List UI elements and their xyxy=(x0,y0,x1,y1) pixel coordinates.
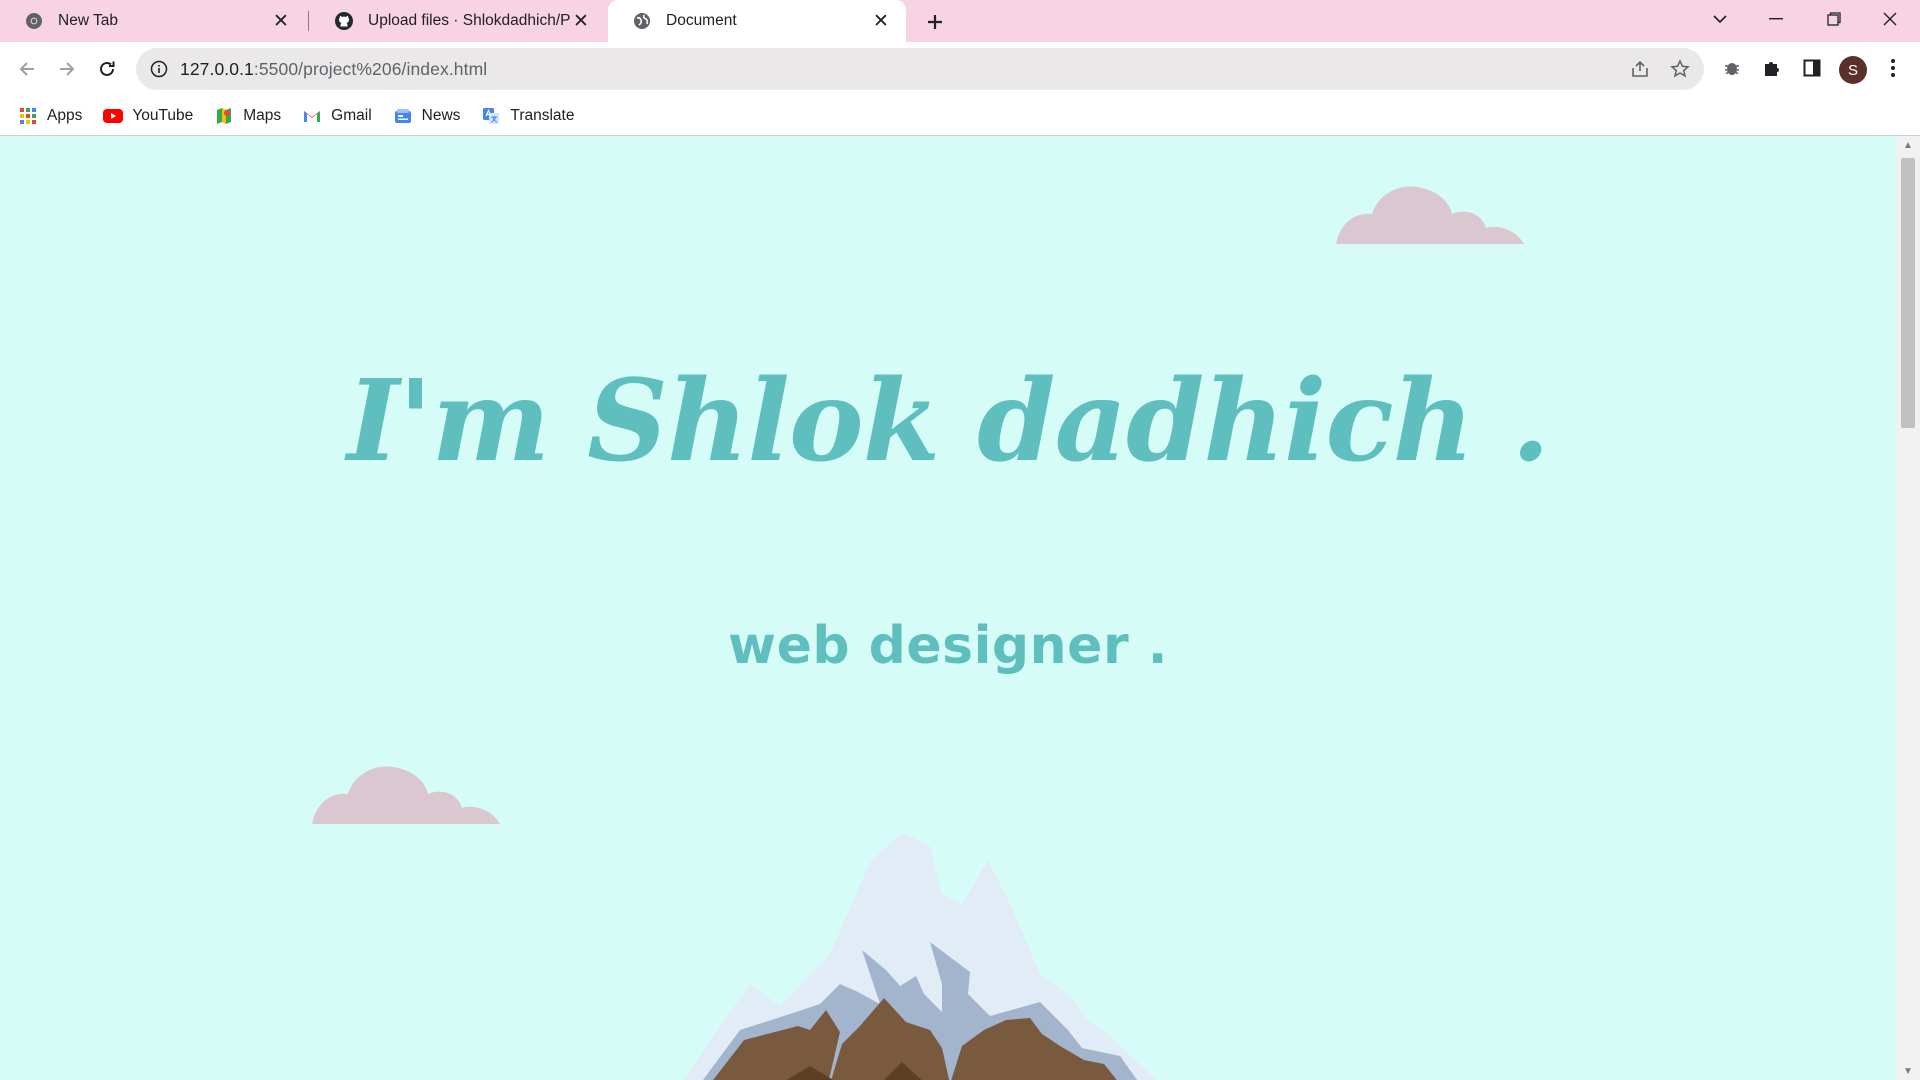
bookmark-translate[interactable]: Translate xyxy=(481,102,574,130)
bookmark-star-icon[interactable] xyxy=(1668,57,1692,81)
bookmark-label: News xyxy=(421,106,461,124)
close-window-icon[interactable] xyxy=(1862,0,1918,38)
tab-search-chevron-icon[interactable] xyxy=(1692,0,1748,38)
tab-title: Document xyxy=(666,12,737,29)
chrome-icon xyxy=(24,11,44,31)
forward-button[interactable] xyxy=(51,53,83,85)
translate-icon xyxy=(481,106,501,126)
menu-kebab-icon[interactable] xyxy=(1879,54,1907,82)
tab-separator xyxy=(308,11,309,31)
mountain-illustration xyxy=(682,834,1156,1080)
gmail-icon xyxy=(302,106,322,126)
tab-strip: New Tab ✕ Upload files · Shlokdadhich/Po… xyxy=(0,0,1920,42)
bookmark-apps[interactable]: Apps xyxy=(18,102,82,130)
news-icon xyxy=(393,106,413,126)
bookmarks-bar: Apps YouTube Maps Gmail News Translate xyxy=(0,96,1920,136)
bookmark-youtube[interactable]: YouTube xyxy=(103,102,193,130)
bookmark-gmail[interactable]: Gmail xyxy=(302,102,372,130)
tab-new-tab[interactable]: New Tab ✕ xyxy=(0,0,306,42)
close-tab-icon[interactable]: ✕ xyxy=(270,10,292,32)
side-panel-icon[interactable] xyxy=(1798,54,1826,82)
bookmark-label: Apps xyxy=(47,106,83,124)
maps-icon xyxy=(214,106,234,126)
tab-document[interactable]: Document ✕ xyxy=(608,0,906,42)
profile-avatar[interactable]: S xyxy=(1839,56,1867,84)
bookmark-label: Translate xyxy=(510,106,575,124)
scroll-up-arrow-icon[interactable]: ▲ xyxy=(1896,136,1920,154)
tab-title: Upload files · Shlokdadhich/Portfolio xyxy=(368,12,570,29)
url-path: :5500/project%206/index.html xyxy=(253,58,488,79)
apps-grid-icon xyxy=(18,106,38,126)
new-tab-button[interactable] xyxy=(920,7,950,37)
bookmark-label: Gmail xyxy=(331,106,372,124)
hero-headline: I'm Shlok dadhich . xyxy=(346,356,1550,487)
tab-title: New Tab xyxy=(58,12,119,29)
browser-toolbar: 127.0.0.1:5500/project%206/index.html xyxy=(0,42,1920,96)
scroll-down-arrow-icon[interactable]: ▼ xyxy=(1896,1062,1920,1080)
site-info-icon[interactable] xyxy=(148,58,170,80)
minimize-icon[interactable] xyxy=(1748,0,1804,38)
tab-github-upload[interactable]: Upload files · Shlokdadhich/Portfolio ✕ xyxy=(310,0,606,42)
globe-icon xyxy=(632,11,652,31)
hero-subtitle: web designer . xyxy=(728,616,1168,676)
url-host: 127.0.0.1 xyxy=(180,58,254,79)
bookmark-label: Maps xyxy=(243,106,282,124)
github-icon xyxy=(334,11,354,31)
close-tab-icon[interactable]: ✕ xyxy=(570,10,592,32)
extensions-puzzle-icon[interactable] xyxy=(1758,54,1786,82)
page-scrollbar[interactable]: ▲ ▼ xyxy=(1896,136,1920,1080)
scrollbar-thumb[interactable] xyxy=(1901,158,1915,428)
close-tab-icon[interactable]: ✕ xyxy=(870,10,892,32)
bookmark-maps[interactable]: Maps xyxy=(214,102,281,130)
page-viewport: I'm Shlok dadhich . web designer . xyxy=(0,136,1896,1080)
bookmark-label: YouTube xyxy=(132,106,194,124)
url-text: 127.0.0.1:5500/project%206/index.html xyxy=(180,59,487,80)
reload-button[interactable] xyxy=(91,53,123,85)
address-bar[interactable]: 127.0.0.1:5500/project%206/index.html xyxy=(136,48,1704,90)
cloud-left xyxy=(312,766,500,824)
bookmark-news[interactable]: News xyxy=(393,102,461,130)
cloud-top-right xyxy=(1336,186,1524,244)
share-icon[interactable] xyxy=(1628,57,1652,81)
restore-icon[interactable] xyxy=(1806,0,1862,38)
youtube-icon xyxy=(103,106,124,126)
back-button[interactable] xyxy=(11,53,43,85)
extension-bug-icon[interactable] xyxy=(1718,54,1746,82)
